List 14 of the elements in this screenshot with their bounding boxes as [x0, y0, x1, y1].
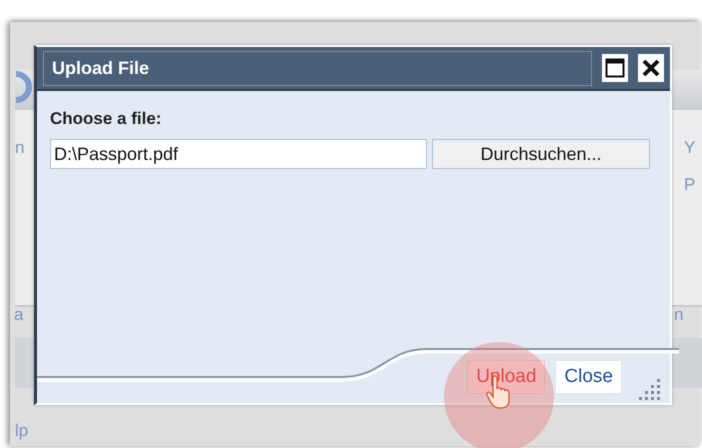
background-text: lp: [15, 421, 28, 441]
background-text: P: [684, 175, 696, 195]
resize-grip-icon[interactable]: [638, 376, 662, 400]
field-label: Choose a file:: [50, 109, 162, 129]
close-button[interactable]: [638, 54, 664, 82]
maximize-button[interactable]: [602, 54, 628, 82]
background-text: n: [674, 305, 684, 325]
dialog-title: Upload File: [43, 50, 592, 86]
browse-button[interactable]: Durchsuchen...: [432, 139, 650, 169]
background-text: a: [14, 305, 24, 325]
file-path-field[interactable]: D:\Passport.pdf: [50, 139, 427, 169]
background-text: n: [15, 138, 24, 158]
close-button[interactable]: Close: [555, 360, 622, 394]
background-text: Y: [684, 138, 696, 158]
